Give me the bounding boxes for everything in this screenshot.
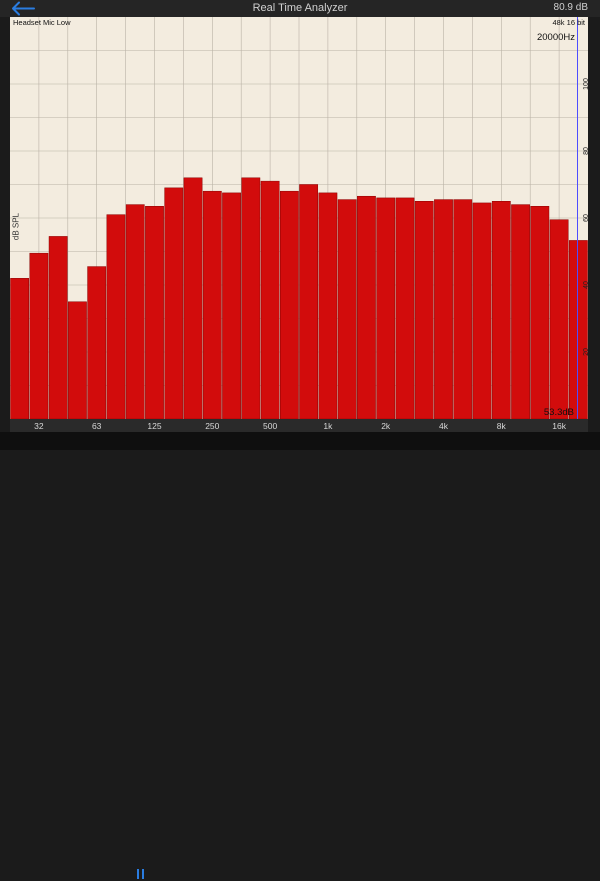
y-tick-label: 60 [583, 214, 588, 222]
spectrum-bar [395, 197, 415, 419]
page-title: Real Time Analyzer [252, 2, 348, 14]
y-tick-label: 20 [583, 348, 588, 356]
spectrum-plot[interactable]: 20 40 60 80 100 Headset Mic Low 48k 16 bit 2… [10, 17, 588, 419]
bottom-toolbar [0, 432, 600, 879]
spectrum-bar [222, 192, 241, 419]
spectrum-bar [125, 204, 145, 419]
spectrum-bar [337, 199, 357, 419]
spectrum-bar [10, 278, 30, 419]
spectrum-bar [183, 177, 203, 419]
spectrum-bar [414, 201, 434, 419]
spectrum-bar [241, 177, 261, 419]
top-bar: Real Time Analyzer 80.9 dB [0, 0, 600, 17]
y-tick-label: 80 [583, 147, 588, 155]
y-tick-label: 40 [583, 281, 588, 289]
x-tick-label: 500 [263, 421, 277, 431]
spectrum-bar [376, 197, 396, 419]
spectrum-bar [145, 206, 164, 419]
spectrum-bar [549, 219, 569, 419]
spl-readout: 53.3dB [544, 407, 574, 418]
pause-icon [137, 869, 139, 879]
x-tick-label: 16k [552, 421, 566, 431]
spectrum-bar [568, 240, 588, 419]
x-tick-label: 2k [381, 421, 391, 431]
level-readout: 80.9 dB [553, 2, 588, 13]
x-tick-label: 32 [34, 421, 44, 431]
spectrum-bar [106, 214, 126, 419]
spectrum-bar [87, 266, 107, 419]
spectrum-bar [357, 195, 376, 419]
spectrum-bar [164, 187, 184, 419]
x-tick-label: 125 [147, 421, 161, 431]
spectrum-bar [530, 206, 550, 419]
sample-format-label: 48k 16 bit [552, 18, 585, 27]
x-tick-label: 4k [439, 421, 449, 431]
spectrum-bar [260, 180, 280, 419]
x-tick-label: 250 [205, 421, 219, 431]
spectrum-bar [434, 199, 453, 419]
spectrum-bar [48, 236, 68, 419]
spectrum-bar [279, 190, 299, 419]
y-tick-label: 100 [583, 78, 588, 90]
input-source-label: Headset Mic Low [13, 18, 71, 27]
spectrum-bar [511, 204, 530, 419]
spectrum-bar [299, 184, 319, 419]
frequency-readout: 20000Hz [537, 32, 575, 43]
spectrum-bar [491, 201, 511, 419]
spectrum-bar [453, 199, 473, 419]
spectrum-bar [472, 202, 492, 419]
x-axis: 32 63 125 250 500 1k 2k 4k 8k 16k [10, 419, 588, 432]
x-tick-label: 1k [323, 421, 333, 431]
spectrum-bar [68, 301, 87, 419]
x-tick-label: 63 [92, 421, 102, 431]
spectrum-bar [318, 192, 338, 419]
pause-icon [142, 869, 144, 879]
spectrum-bar [29, 252, 49, 419]
spectrum-bar [202, 190, 222, 419]
spectrum-chart: 20 40 60 80 100 Headset Mic Low 48k 16 bit 2… [10, 17, 588, 419]
x-tick-label: 8k [497, 421, 507, 431]
y-axis-title: dB SPL [11, 212, 21, 241]
pause-button[interactable] [134, 867, 148, 881]
